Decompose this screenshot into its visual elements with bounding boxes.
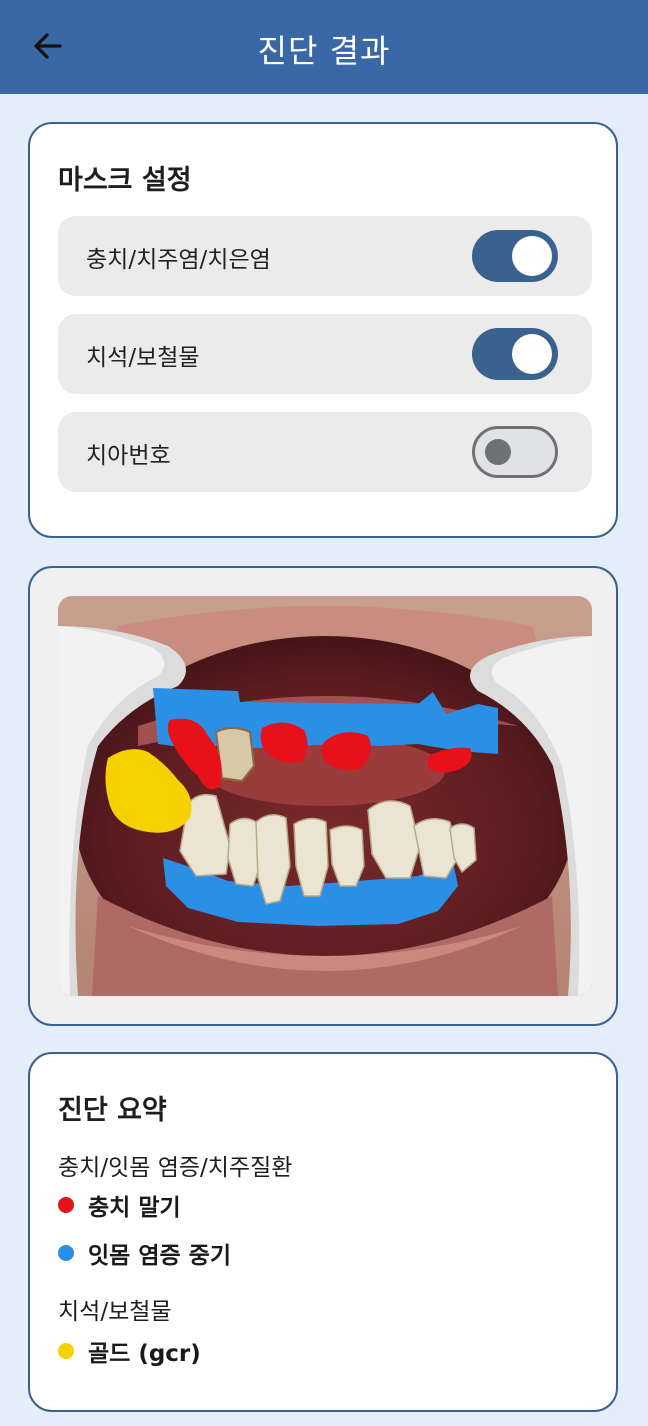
summary-title: 진단 요약 xyxy=(58,1095,167,1126)
summary-item: 잇몸 염증 중기 xyxy=(58,1236,231,1270)
page-title: 진단 결과 xyxy=(257,32,391,70)
toggle-label-calculus: 치석/보철물 xyxy=(86,345,200,371)
yellow-dot-icon xyxy=(58,1343,74,1359)
diagnosis-summary-card: 진단 요약 충치/잇몸 염증/치주질환 충치 말기 잇몸 염증 중기 치석/보철… xyxy=(28,1052,618,1412)
app-bar: 진단 결과 xyxy=(0,0,648,94)
summary-group-title: 충치/잇몸 염증/치주질환 xyxy=(58,1155,293,1181)
dental-photo xyxy=(58,596,592,996)
dental-photo-illustration xyxy=(58,596,592,996)
toggle-row-calculus[interactable]: 치석/보철물 xyxy=(58,314,592,394)
switch-knob xyxy=(485,439,511,465)
summary-item-label: 잇몸 염증 중기 xyxy=(88,1243,231,1269)
summary-item: 골드 (gcr) xyxy=(58,1334,201,1368)
mask-settings-title: 마스크 설정 xyxy=(58,165,192,196)
mask-settings-card: 마스크 설정 충치/치주염/치은염 치석/보철물 치아번호 xyxy=(28,122,618,538)
tooth-number-toggle-switch[interactable] xyxy=(472,426,558,478)
summary-item: 충치 말기 xyxy=(58,1188,181,1222)
toggle-row-caries[interactable]: 충치/치주염/치은염 xyxy=(58,216,592,296)
summary-item-label: 골드 (gcr) xyxy=(88,1341,201,1367)
switch-knob xyxy=(512,334,552,374)
blue-dot-icon xyxy=(58,1245,74,1261)
summary-item-label: 충치 말기 xyxy=(88,1195,181,1221)
calculus-toggle-switch[interactable] xyxy=(472,328,558,380)
toggle-label-tooth-number: 치아번호 xyxy=(86,443,171,469)
diagnosis-image-card xyxy=(28,566,618,1026)
toggle-label-caries: 충치/치주염/치은염 xyxy=(86,247,271,273)
switch-knob xyxy=(512,236,552,276)
summary-group-title: 치석/보철물 xyxy=(58,1299,172,1325)
red-dot-icon xyxy=(58,1197,74,1213)
caries-toggle-switch[interactable] xyxy=(472,230,558,282)
toggle-row-tooth-number[interactable]: 치아번호 xyxy=(58,412,592,492)
